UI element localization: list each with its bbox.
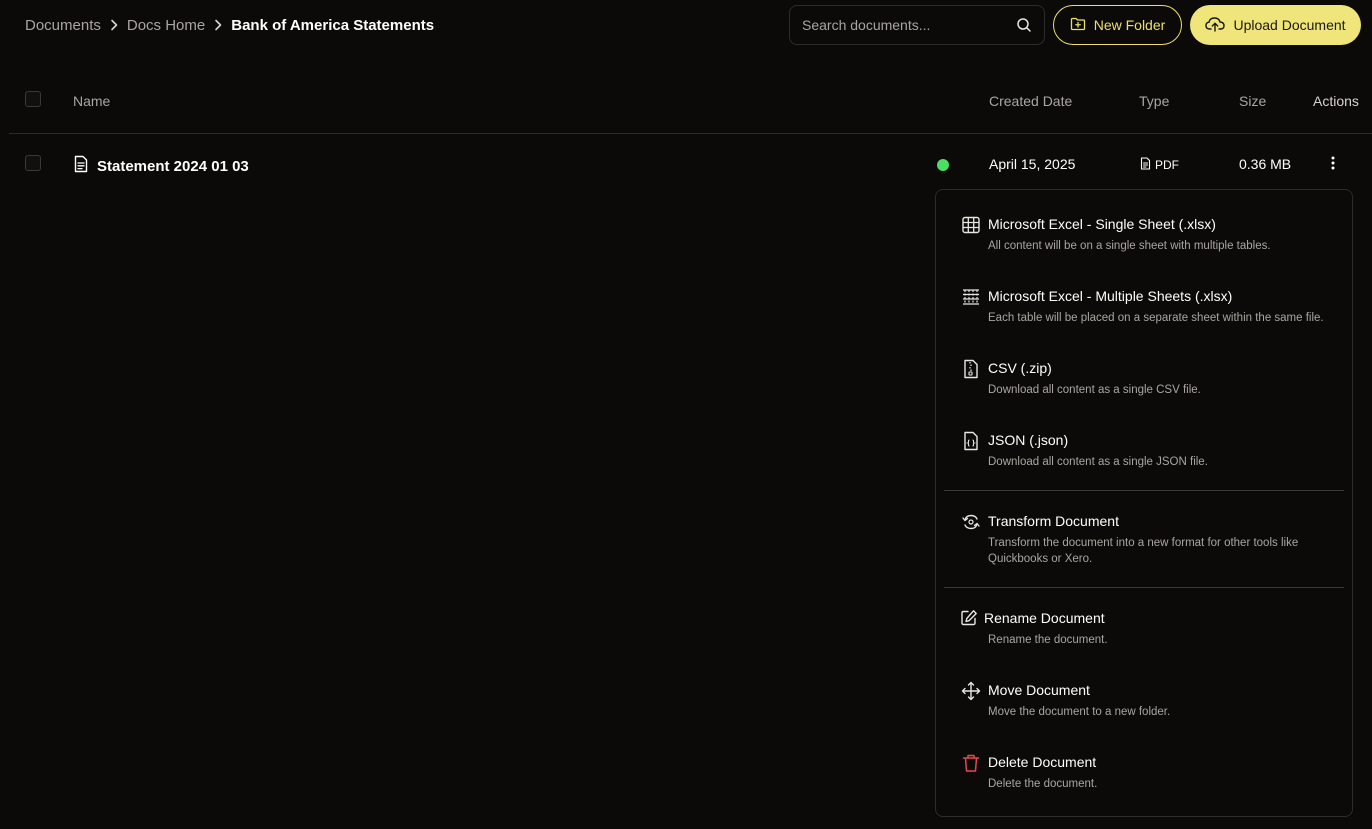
- cloud-upload-icon: [1205, 16, 1226, 35]
- column-created-date[interactable]: Created Date: [989, 93, 1072, 109]
- column-actions: Actions: [1313, 93, 1359, 109]
- menu-item-title: Microsoft Excel - Multiple Sheets (.xlsx…: [988, 288, 1233, 304]
- upload-document-label: Upload Document: [1233, 17, 1346, 33]
- search-input[interactable]: [802, 17, 1016, 33]
- column-name[interactable]: Name: [73, 93, 110, 109]
- more-vertical-icon: [1331, 156, 1335, 173]
- menu-item-title: Microsoft Excel - Single Sheet (.xlsx): [988, 216, 1216, 232]
- table-row[interactable]: Statement 2024 01 03 April 15, 2025 PDF …: [9, 135, 1372, 193]
- folder-plus-icon: [1070, 17, 1086, 34]
- menu-item-title: Move Document: [988, 682, 1090, 698]
- file-json-icon: [961, 431, 981, 451]
- new-folder-label: New Folder: [1093, 17, 1166, 33]
- upload-document-button[interactable]: Upload Document: [1190, 5, 1361, 45]
- column-size[interactable]: Size: [1239, 93, 1266, 109]
- menu-divider: [944, 490, 1344, 491]
- document-type: PDF: [1140, 157, 1179, 173]
- edit-icon: [960, 609, 980, 629]
- breadcrumb-current: Bank of America Statements: [231, 16, 435, 34]
- table-header: Name Created Date Type Size Actions: [9, 72, 1372, 134]
- menu-item-description: Move the document to a new folder.: [988, 706, 1171, 718]
- menu-item-title: Rename Document: [984, 610, 1105, 626]
- file-icon: [1140, 157, 1151, 173]
- menu-item-title: Transform Document: [988, 513, 1119, 529]
- chevron-right-icon: [109, 19, 119, 31]
- document-icon: [73, 155, 89, 177]
- breadcrumb-docs-home[interactable]: Docs Home: [127, 17, 205, 34]
- menu-item-description: Transform the document into a new format…: [988, 537, 1299, 565]
- trash-icon: [961, 753, 981, 773]
- document-name-label: Statement 2024 01 03: [97, 157, 249, 175]
- document-actions-menu: Microsoft Excel - Single Sheet (.xlsx) A…: [935, 189, 1353, 817]
- document-size: 0.36 MB: [1239, 156, 1292, 172]
- menu-item-description: Download all content as a single JSON fi…: [988, 456, 1208, 468]
- column-type[interactable]: Type: [1139, 93, 1169, 109]
- status-indicator: [937, 159, 949, 171]
- created-date: April 15, 2025: [989, 156, 1076, 172]
- document-name[interactable]: Statement 2024 01 03: [73, 155, 249, 177]
- menu-item-description: All content will be on a single sheet wi…: [988, 240, 1271, 252]
- search-box: [789, 5, 1045, 45]
- transform-icon: [961, 512, 981, 532]
- menu-item-title: CSV (.zip): [988, 360, 1052, 376]
- menu-divider: [944, 587, 1344, 588]
- select-all-checkbox[interactable]: [25, 91, 41, 107]
- row-checkbox[interactable]: [25, 155, 41, 171]
- document-type-label: PDF: [1155, 158, 1179, 172]
- breadcrumb-documents[interactable]: Documents: [25, 17, 101, 34]
- menu-item-title: JSON (.json): [988, 432, 1069, 448]
- breadcrumb: Documents Docs Home Bank of America Stat…: [25, 14, 434, 36]
- menu-item-description: Each table will be placed on a separate …: [988, 312, 1324, 324]
- chevron-right-icon: [213, 19, 223, 31]
- file-zip-icon: [961, 359, 981, 379]
- search-icon[interactable]: [1016, 17, 1032, 33]
- documents-page: Documents Docs Home Bank of America Stat…: [0, 0, 1372, 829]
- sheets-icon: [961, 287, 981, 307]
- more-actions-button[interactable]: [1323, 153, 1343, 175]
- menu-item-description: Delete the document.: [988, 778, 1098, 790]
- new-folder-button[interactable]: New Folder: [1053, 5, 1182, 45]
- move-icon: [961, 681, 981, 701]
- menu-item-title: Delete Document: [988, 754, 1097, 770]
- table-icon: [961, 215, 981, 235]
- menu-item-description: Rename the document.: [988, 634, 1108, 646]
- menu-item-description: Download all content as a single CSV fil…: [988, 384, 1201, 396]
